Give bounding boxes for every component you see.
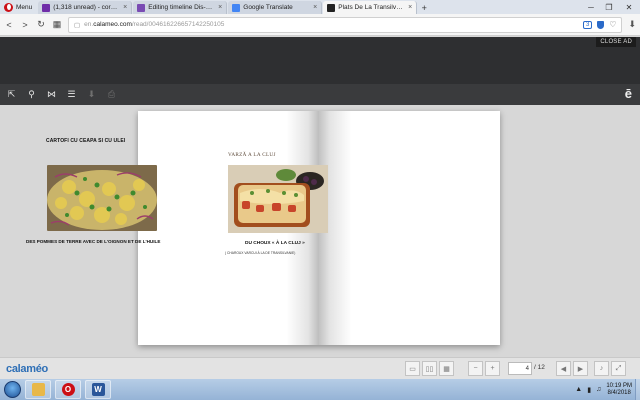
- extra-controls-group: ♪ ⤢: [594, 361, 626, 376]
- minimize-button[interactable]: ─: [582, 0, 600, 14]
- left-page-title: CARTOFI CU CEAPA SI CU ULEI: [46, 138, 126, 144]
- taskbar-explorer[interactable]: [25, 380, 51, 399]
- document-viewer: CARTOFI CU CEAPA SI CU ULEI DES POMMES D…: [0, 105, 640, 357]
- opera-menu-button[interactable]: Menu: [0, 0, 38, 14]
- close-ad-button[interactable]: CLOSE AD: [596, 37, 636, 47]
- view-single-icon[interactable]: ▭: [405, 361, 420, 376]
- calameo-e-logo-icon: ē: [624, 86, 632, 101]
- browser-tab[interactable]: Editing timeline Dis-moi c ×: [133, 1, 228, 14]
- page-total: / 12: [534, 364, 545, 371]
- view-double-icon[interactable]: ▯▯: [422, 361, 437, 376]
- menu-label: Menu: [16, 3, 33, 11]
- system-tray: ▲ ▮ ♫ 10:19 PM 8/4/2018: [575, 379, 632, 400]
- tray-arrow-icon[interactable]: ▲: [575, 386, 582, 393]
- sound-icon[interactable]: ♪: [594, 361, 609, 376]
- close-window-button[interactable]: ✕: [618, 0, 640, 14]
- clock-date: 8/4/2018: [607, 389, 631, 396]
- word-icon: W: [91, 383, 105, 396]
- download-icon[interactable]: ⬇: [628, 19, 636, 30]
- clock-time: 10:19 PM: [606, 382, 632, 389]
- url-prefix: en.: [84, 21, 94, 28]
- url-input[interactable]: ▢ en.calameo.com/read/004616226657142250…: [68, 16, 623, 33]
- ad-banner-area: [0, 37, 640, 84]
- potato-salad-photo: [47, 165, 157, 231]
- ad-block-shield-icon[interactable]: [597, 20, 605, 29]
- tab-close-icon[interactable]: ×: [408, 4, 412, 11]
- window-controls: ─ ❐ ✕: [582, 0, 640, 14]
- download-icon[interactable]: ⬇: [86, 89, 97, 100]
- browser-tab-label: Plats De La Transilvanie: [338, 4, 406, 11]
- right-page-subcaption: ( CHAROUX VARCUI À LA DE TRANSILVANIE): [225, 251, 296, 255]
- tab-close-icon[interactable]: ×: [123, 4, 127, 11]
- tab-close-icon[interactable]: ×: [218, 4, 222, 11]
- fullscreen-icon[interactable]: ⤢: [611, 361, 626, 376]
- zoom-group: − +: [468, 361, 500, 376]
- browser-tab-strip: Menu (1,318 unread) - cornelian×Editing …: [0, 0, 640, 14]
- browser-tab-label: (1,318 unread) - cornelian: [53, 4, 120, 11]
- opera-icon: O: [61, 383, 75, 396]
- opera-logo-icon: [4, 2, 13, 12]
- share-icon[interactable]: ⇱: [6, 89, 17, 100]
- folder-icon: [31, 383, 45, 396]
- back-button[interactable]: <: [4, 18, 14, 32]
- google-translate-icon: [232, 3, 241, 12]
- address-bar: < > ↻ ▦ ▢ en.calameo.com/read/0046162266…: [0, 14, 640, 36]
- url-path: /read/004616226657142250105: [131, 21, 225, 28]
- windows-taskbar: O W ▲ ▮ ♫ 10:19 PM 8/4/2018: [0, 379, 640, 400]
- zoom-out-button[interactable]: −: [468, 361, 483, 376]
- tumblr-icon: [137, 3, 146, 12]
- calameo-icon: [327, 3, 336, 12]
- browser-tab-label: Editing timeline Dis-moi c: [148, 4, 216, 11]
- right-page[interactable]: [319, 111, 500, 345]
- forward-button[interactable]: >: [20, 18, 30, 32]
- vpn-badge[interactable]: 3: [582, 20, 593, 29]
- page-nav-group: ◀ ▶: [556, 361, 588, 376]
- url-domain: calameo.com: [93, 21, 132, 28]
- zoom-in-button[interactable]: +: [485, 361, 500, 376]
- maximize-button[interactable]: ❐: [600, 0, 618, 14]
- browser-tab[interactable]: Google Translate ×: [228, 1, 323, 14]
- show-desktop-button[interactable]: [635, 379, 640, 400]
- browser-tab[interactable]: (1,318 unread) - cornelian×: [38, 1, 133, 14]
- previous-page-button[interactable]: ◀: [556, 361, 571, 376]
- list-icon[interactable]: ☰: [66, 89, 77, 100]
- reload-button[interactable]: ↻: [36, 18, 46, 32]
- left-page-caption: DES POMMES DE TERRE AVEC DE L'OIGNON ET …: [26, 239, 161, 244]
- new-tab-button[interactable]: +: [418, 1, 430, 14]
- start-button[interactable]: [4, 381, 21, 398]
- lock-icon: ▢: [74, 21, 81, 29]
- page-number-input[interactable]: 4: [508, 362, 532, 375]
- browser-tab-label: Google Translate: [243, 4, 293, 11]
- taskbar-opera[interactable]: O: [55, 380, 81, 399]
- calameo-toolbar: ⇱ ⚲ ⋈ ☰ ⬇ ⎙: [0, 84, 640, 105]
- print-icon[interactable]: ⎙: [106, 89, 117, 100]
- tab-close-icon[interactable]: ×: [313, 4, 317, 11]
- calameo-logo[interactable]: calaméo: [6, 363, 48, 375]
- calameo-bottom-bar: calaméo ▭ ▯▯ ▦ − + 4 / 12 ◀ ▶ ♪ ⤢: [0, 357, 640, 379]
- clock[interactable]: 10:19 PM 8/4/2018: [606, 383, 632, 397]
- next-page-button[interactable]: ▶: [573, 361, 588, 376]
- network-share-icon[interactable]: ⋈: [46, 89, 57, 100]
- view-mode-group: ▭ ▯▯ ▦: [405, 361, 454, 376]
- browser-tab[interactable]: Plats De La Transilvanie ×: [323, 1, 418, 14]
- right-page-title: VARZĂ A LA CLUJ: [228, 152, 276, 158]
- taskbar-word[interactable]: W: [85, 380, 111, 399]
- view-grid-icon[interactable]: ▦: [439, 361, 454, 376]
- network-icon[interactable]: ▮: [587, 386, 591, 394]
- cabbage-casserole-photo: [228, 165, 328, 233]
- yahoo-mail-icon: [42, 3, 51, 12]
- right-page-caption: DU CHOUX « À LA CLUJ »: [245, 241, 305, 246]
- bookmark-heart-icon[interactable]: ♡: [609, 20, 616, 29]
- home-grid-icon[interactable]: ▦: [52, 18, 62, 32]
- search-icon[interactable]: ⚲: [26, 89, 37, 100]
- volume-icon[interactable]: ♫: [596, 386, 601, 393]
